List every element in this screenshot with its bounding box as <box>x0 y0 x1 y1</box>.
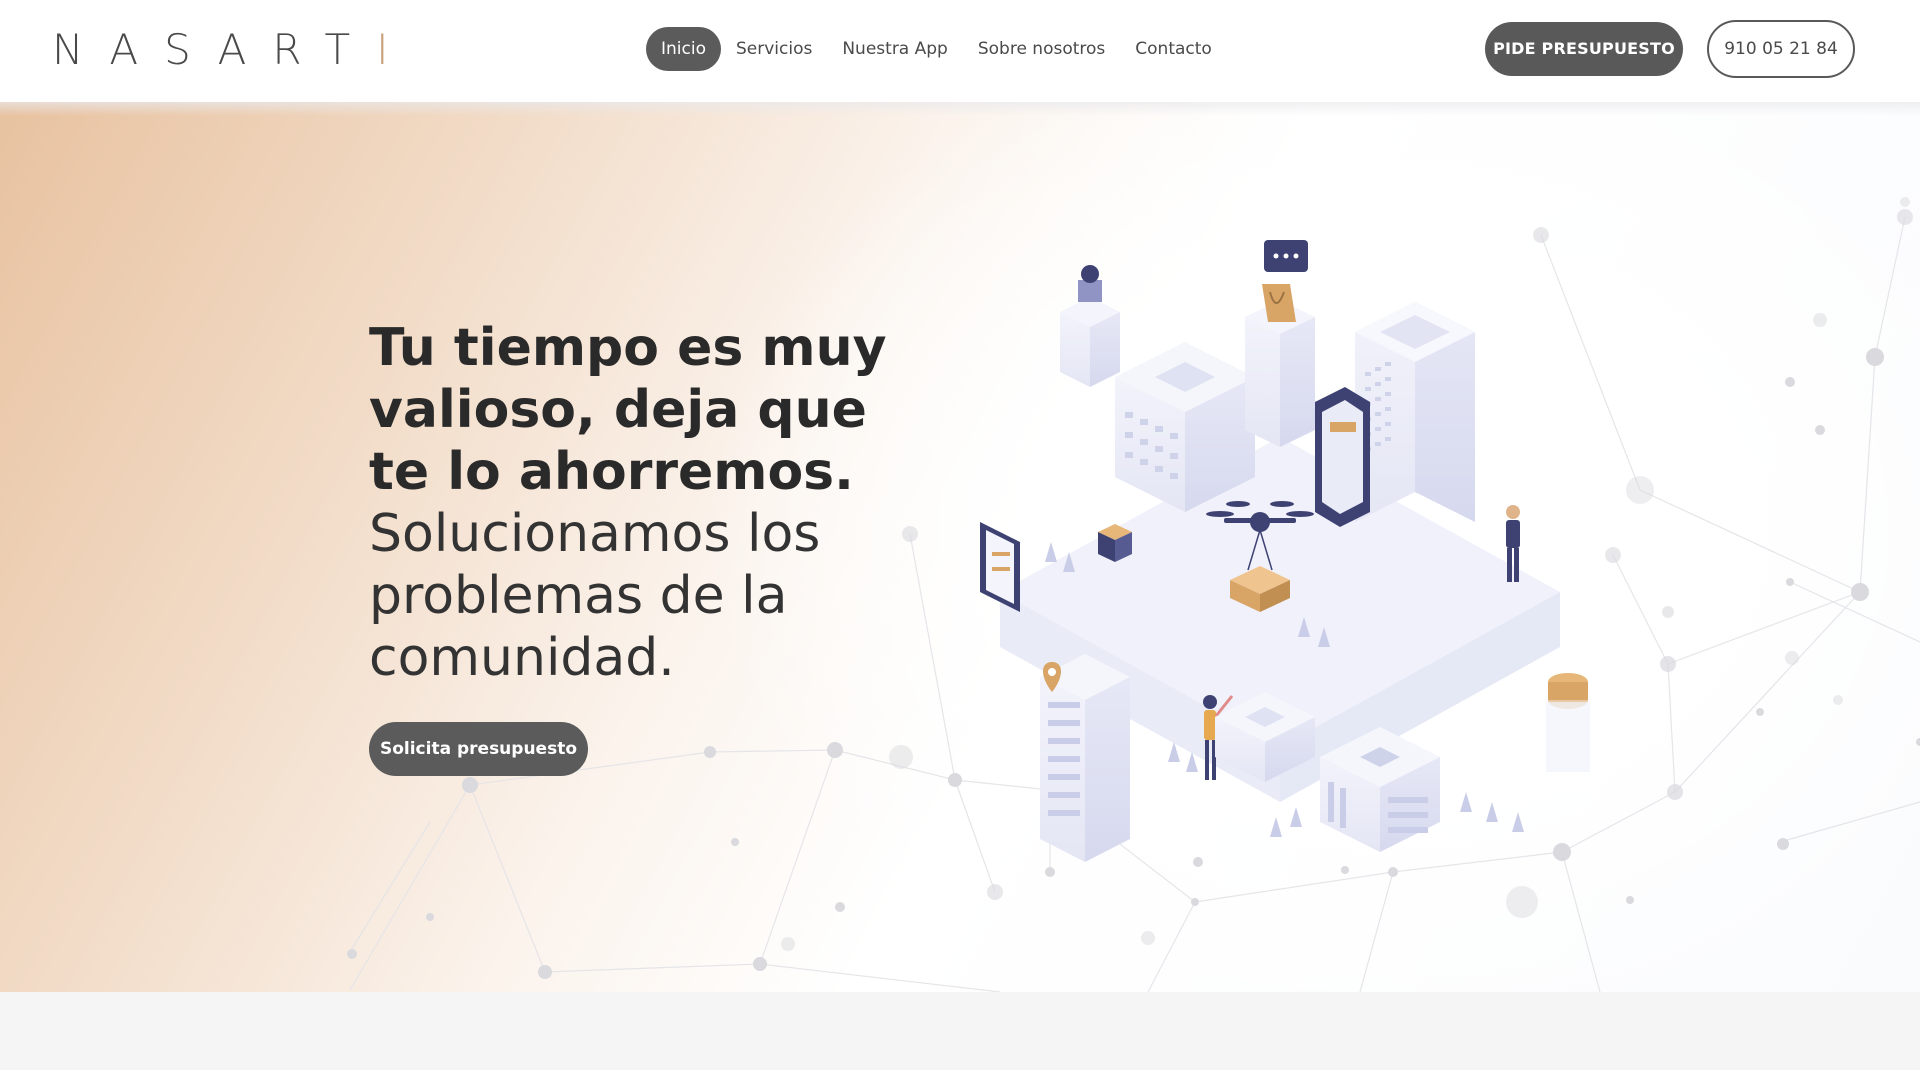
headline-light: Solucionamos los problemas de la comunid… <box>369 504 821 688</box>
headline-strong: Tu tiempo es muy valioso, deja que te lo… <box>369 318 887 502</box>
brand-logo[interactable]: NASARTI <box>52 29 388 71</box>
site-header: NASARTI Inicio Servicios Nuestra App Sob… <box>0 0 1920 102</box>
logo-text: NASARTI <box>52 25 415 74</box>
nav-item-servicios[interactable]: Servicios <box>721 27 827 71</box>
solicita-presupuesto-button[interactable]: Solicita presupuesto <box>369 722 588 776</box>
isometric-city-illustration <box>980 240 1590 862</box>
hero-headline: Tu tiempo es muy valioso, deja que te lo… <box>369 317 929 689</box>
nav-item-nuestra-app[interactable]: Nuestra App <box>827 27 963 71</box>
nav-item-inicio[interactable]: Inicio <box>646 27 721 71</box>
nav-item-sobre-nosotros[interactable]: Sobre nosotros <box>963 27 1120 71</box>
pide-presupuesto-button[interactable]: PIDE PRESUPUESTO <box>1485 22 1683 76</box>
next-section <box>0 992 1920 1070</box>
phone-button[interactable]: 910 05 21 84 <box>1707 20 1855 78</box>
nav-item-contacto[interactable]: Contacto <box>1120 27 1227 71</box>
hero-section: Tu tiempo es muy valioso, deja que te lo… <box>0 102 1920 992</box>
main-nav: Inicio Servicios Nuestra App Sobre nosot… <box>646 26 1227 72</box>
